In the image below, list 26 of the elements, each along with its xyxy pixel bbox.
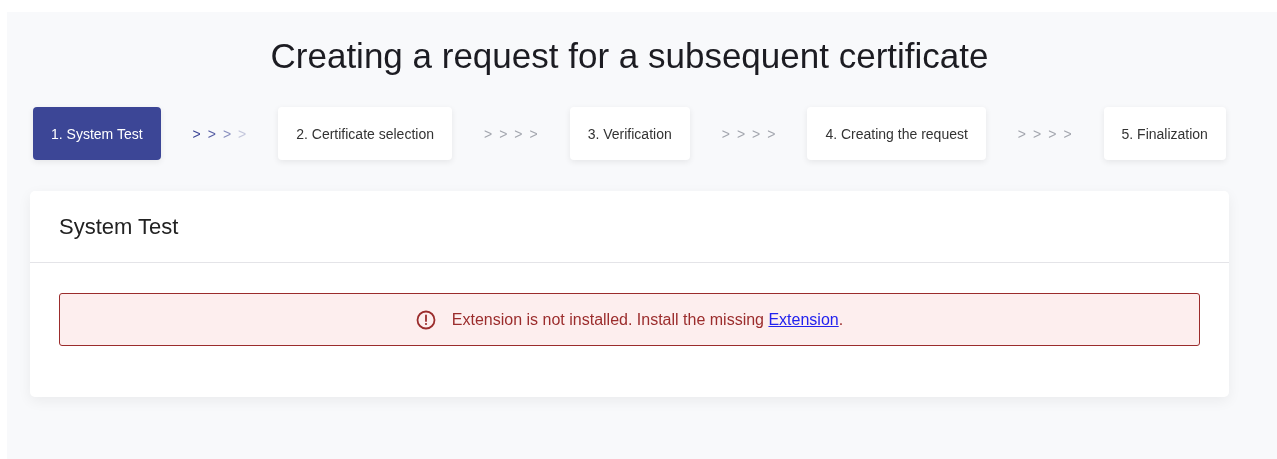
chevron-icon: >	[1033, 125, 1042, 142]
step-tab[interactable]: 4. Creating the request	[807, 107, 986, 160]
chevron-icon: >	[529, 125, 538, 142]
chevron-icon: >	[499, 125, 508, 142]
chevron-icon: >	[1063, 125, 1072, 142]
chevron-icon: >	[1017, 125, 1026, 142]
card-title: System Test	[59, 213, 179, 240]
chevron-icon: >	[736, 125, 746, 142]
extension-link[interactable]: Extension	[768, 310, 839, 328]
chevron-icon: >	[1048, 125, 1057, 142]
alert-message: Extension is not installed. Install the missing Extension.	[451, 310, 844, 329]
chevron-icon: >	[192, 125, 201, 142]
chevron-icon: >	[222, 125, 232, 142]
chevron-icon: >	[752, 125, 761, 142]
step-tab[interactable]: 5. Finalization	[1103, 107, 1226, 160]
chevron-icon: >	[514, 125, 523, 142]
chevron-icon: >	[207, 125, 216, 142]
step-tab[interactable]: 2. Certificate selection	[278, 107, 452, 160]
chevron-icon: >	[483, 125, 493, 142]
exclamation-circle-icon	[415, 309, 436, 330]
page-title: Creating a request for a subsequent certificate	[269, 35, 990, 77]
chevron-icon: >	[721, 125, 730, 142]
step-tab[interactable]: 3. Verification	[569, 107, 690, 160]
chevron-icon: >	[238, 125, 247, 142]
step-tab[interactable]: 1. System Test	[33, 107, 161, 160]
chevron-icon: >	[767, 125, 776, 142]
